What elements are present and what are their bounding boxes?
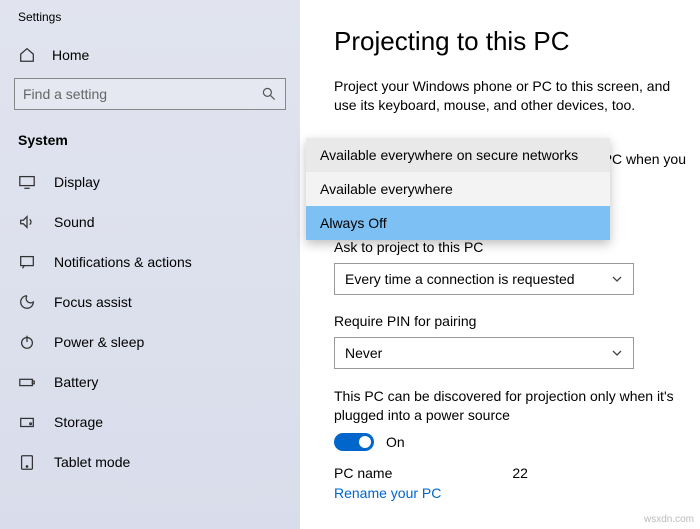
sound-icon bbox=[18, 213, 36, 231]
focus-assist-icon bbox=[18, 293, 36, 311]
sidebar-item-focus-assist[interactable]: Focus assist bbox=[0, 282, 300, 322]
sidebar-item-notifications[interactable]: Notifications & actions bbox=[0, 242, 300, 282]
pc-name-label: PC name bbox=[334, 465, 392, 481]
sidebar: Settings Home System Display bbox=[0, 0, 300, 529]
sidebar-item-power-sleep[interactable]: Power & sleep bbox=[0, 322, 300, 362]
dropdown-option-secure[interactable]: Available everywhere on secure networks bbox=[306, 138, 610, 172]
discover-toggle[interactable] bbox=[334, 433, 374, 451]
ask-project-select[interactable]: Every time a connection is requested bbox=[334, 263, 634, 295]
sidebar-item-label: Sound bbox=[54, 214, 94, 230]
chevron-down-icon bbox=[611, 273, 623, 285]
sidebar-item-label: Battery bbox=[54, 374, 98, 390]
display-icon bbox=[18, 173, 36, 191]
search-input-wrap[interactable] bbox=[14, 78, 286, 110]
sidebar-item-label: Display bbox=[54, 174, 100, 190]
discover-toggle-label: On bbox=[386, 434, 405, 450]
sidebar-item-label: Power & sleep bbox=[54, 334, 144, 350]
discover-text: This PC can be discovered for projection… bbox=[334, 387, 682, 425]
home-icon bbox=[18, 46, 36, 64]
chevron-down-icon bbox=[611, 347, 623, 359]
sidebar-item-battery[interactable]: Battery bbox=[0, 362, 300, 402]
dropdown-option-always-off[interactable]: Always Off bbox=[306, 206, 610, 240]
home-nav[interactable]: Home bbox=[0, 38, 300, 78]
dropdown-option-everywhere[interactable]: Available everywhere bbox=[306, 172, 610, 206]
power-icon bbox=[18, 333, 36, 351]
notifications-icon bbox=[18, 253, 36, 271]
page-description: Project your Windows phone or PC to this… bbox=[334, 77, 682, 115]
require-pin-value: Never bbox=[345, 345, 382, 361]
require-pin-label: Require PIN for pairing bbox=[334, 313, 682, 329]
ask-project-value: Every time a connection is requested bbox=[345, 271, 575, 287]
sidebar-item-tablet-mode[interactable]: Tablet mode bbox=[0, 442, 300, 482]
watermark: wsxdn.com bbox=[644, 514, 694, 525]
sidebar-item-label: Focus assist bbox=[54, 294, 132, 310]
search-input[interactable] bbox=[23, 86, 261, 102]
ask-project-label: Ask to project to this PC bbox=[334, 239, 682, 255]
home-label: Home bbox=[52, 47, 89, 63]
page-title: Projecting to this PC bbox=[334, 26, 682, 57]
sidebar-item-label: Storage bbox=[54, 414, 103, 430]
sidebar-item-sound[interactable]: Sound bbox=[0, 202, 300, 242]
sidebar-item-storage[interactable]: Storage bbox=[0, 402, 300, 442]
storage-icon bbox=[18, 413, 36, 431]
pc-name-value: 22 bbox=[512, 465, 528, 481]
main-panel: Projecting to this PC Project your Windo… bbox=[300, 0, 700, 529]
availability-dropdown: Available everywhere on secure networks … bbox=[306, 138, 610, 240]
rename-pc-link[interactable]: Rename your PC bbox=[334, 485, 682, 501]
search-icon bbox=[261, 86, 277, 102]
window-title: Settings bbox=[0, 0, 300, 38]
sidebar-item-label: Tablet mode bbox=[54, 454, 130, 470]
battery-icon bbox=[18, 373, 36, 391]
sidebar-item-label: Notifications & actions bbox=[54, 254, 192, 270]
require-pin-select[interactable]: Never bbox=[334, 337, 634, 369]
tablet-icon bbox=[18, 453, 36, 471]
